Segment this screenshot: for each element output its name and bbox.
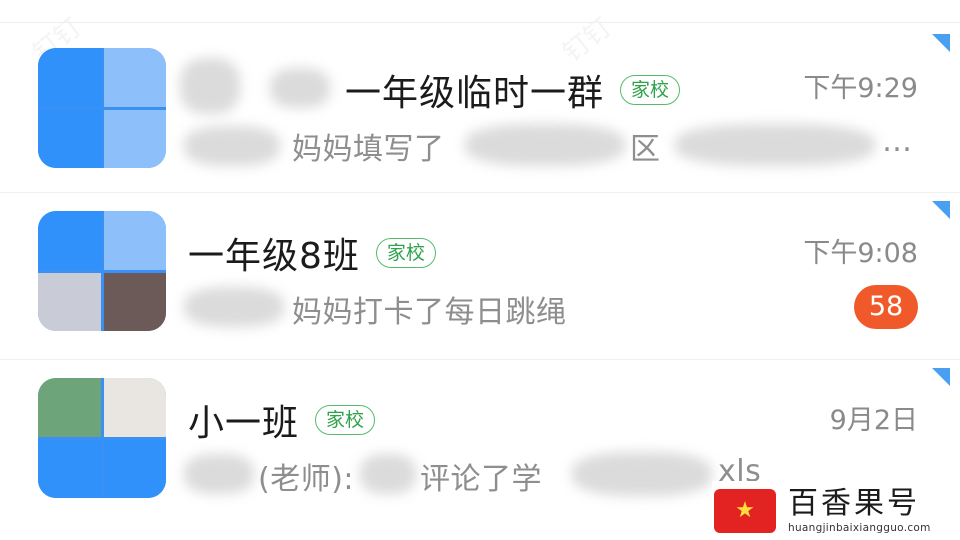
avatar-tile [38,272,101,331]
blurred-text [184,126,280,166]
chat-item-group1[interactable]: 一年级临时一群 家校 下午9:29 妈妈填写了 区 … [0,28,960,193]
chat-name: 小一班 [188,403,300,444]
pinned-corner-icon [932,34,950,52]
blurred-text [184,454,254,494]
chat-time: 下午9:29 [803,73,918,104]
top-divider [0,22,960,23]
chat-preview: 妈妈打卡了每日跳绳 [292,295,567,330]
blurred-text [572,452,712,496]
chat-preview: 评论了学 [420,462,542,497]
chat-preview-fragment: 区 [630,132,661,167]
chat-item-class8[interactable]: 一年级8班 家校 下午9:08 妈妈打卡了每日跳绳 58 [0,195,960,360]
group-avatar [38,378,166,498]
chat-name: 一年级8班 [188,236,360,277]
row-divider [0,359,960,360]
blurred-text [180,58,240,114]
avatar-tile [103,272,166,331]
chat-title-line: 一年级8班 家校 [188,227,436,279]
blurred-text [360,454,416,494]
group-avatar [38,48,166,168]
home-school-tag: 家校 [315,405,376,435]
avatar-tile [38,109,101,168]
home-school-tag: 家校 [375,238,436,268]
brand-name: 百香果号 [788,485,920,521]
chat-preview: 妈妈填写了 [292,132,445,167]
home-school-tag: 家校 [620,75,681,105]
avatar-tile [103,109,166,168]
avatar-tile [38,48,101,107]
chat-name: 一年级临时一群 [345,73,605,114]
pinned-corner-icon [932,201,950,219]
brand-logo-icon: ★ [714,488,776,533]
pinned-corner-icon [932,368,950,386]
avatar-tile [103,378,166,437]
avatar-tile [103,48,166,107]
avatar-tile [38,211,101,270]
row-divider [0,192,960,193]
blurred-text [270,68,330,108]
brand-url: huangjinbaixiangguo.com [788,521,931,534]
chat-preview-sender: (老师): [258,462,355,497]
brand-text: 百香果号 huangjinbaixiangguo.com [788,485,931,535]
star-icon: ★ [735,498,755,523]
chat-time: 下午9:08 [803,238,918,269]
blurred-text [465,124,625,166]
unread-count-badge: 58 [854,285,918,329]
group-avatar [38,211,166,331]
chat-time: 9月2日 [829,405,918,436]
chat-title-line: 一年级临时一群 家校 [345,64,681,116]
blurred-text [675,124,875,166]
brand-watermark: ★ 百香果号 huangjinbaixiangguo.com [712,481,960,540]
avatar-tile [38,378,101,437]
chat-preview-ellipsis: … [882,124,913,159]
avatar-tile [103,439,166,498]
avatar-tile [103,211,166,270]
blurred-text [184,287,284,327]
chat-title-line: 小一班 家校 [188,394,376,446]
avatar-tile [38,439,101,498]
